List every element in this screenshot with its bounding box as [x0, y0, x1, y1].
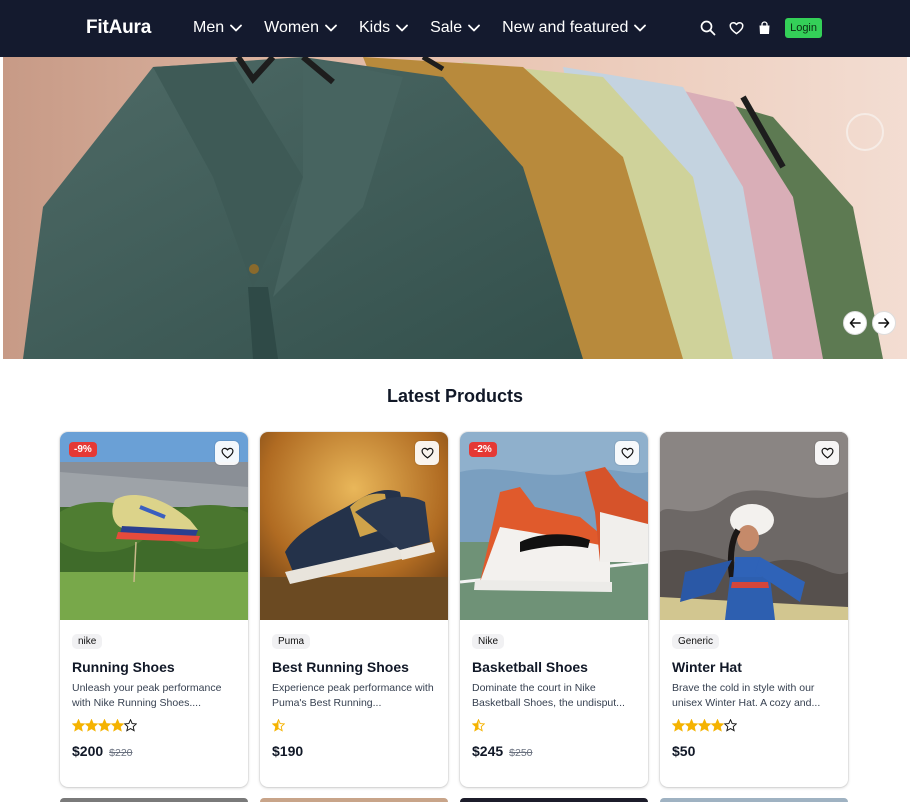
star-filled-icon — [672, 719, 685, 732]
login-button[interactable]: Login — [785, 18, 822, 38]
star-filled-icon — [85, 719, 98, 732]
hero-prev-button[interactable] — [843, 311, 867, 335]
menu-item-kids[interactable]: Kids — [359, 19, 408, 37]
hero-next-button[interactable] — [872, 311, 896, 335]
price-row: $50 — [672, 743, 695, 759]
brand-badge: Nike — [472, 634, 505, 649]
menu-item-label: Kids — [358, 19, 391, 36]
star-filled-icon — [698, 719, 711, 732]
rating-stars — [272, 719, 285, 732]
arrow-right-icon — [878, 318, 890, 328]
product-name[interactable]: Winter Hat — [672, 659, 742, 675]
heart-icon — [820, 447, 834, 459]
brand-badge: Generic — [672, 634, 720, 649]
product-card-partial — [660, 798, 848, 802]
heart-icon — [220, 447, 234, 459]
add-to-wishlist-button[interactable] — [415, 441, 439, 465]
bag-icon[interactable] — [755, 18, 773, 38]
arrow-left-icon — [849, 318, 861, 328]
chevron-down-icon — [468, 24, 481, 32]
menu-item-women[interactable]: Women — [264, 19, 337, 37]
chevron-down-icon — [634, 24, 647, 32]
product-card[interactable]: -9% nike Running Shoes Unleash your peak… — [60, 432, 248, 787]
product-description: Experience peak performance with Puma's … — [272, 682, 434, 709]
product-name[interactable]: Basketball Shoes — [472, 659, 588, 675]
menu-item-label: Women — [264, 19, 319, 36]
hero-banner — [3, 57, 907, 359]
add-to-wishlist-button[interactable] — [815, 441, 839, 465]
product-name[interactable]: Running Shoes — [72, 659, 175, 675]
product-description: Brave the cold in style with our unisex … — [672, 682, 821, 709]
discount-badge: -9% — [69, 442, 97, 457]
star-empty-icon — [124, 719, 137, 732]
add-to-wishlist-button[interactable] — [215, 441, 239, 465]
heart-icon — [620, 447, 634, 459]
original-price: $220 — [109, 747, 133, 759]
heart-icon[interactable] — [727, 18, 745, 38]
menu-item-label: Men — [193, 19, 225, 36]
rating-stars — [472, 719, 485, 732]
current-price: $50 — [672, 743, 696, 759]
chevron-down-icon — [230, 24, 243, 32]
star-filled-icon — [72, 719, 85, 732]
top-navbar: FitAura Men Women Kids Sale New and feat… — [0, 0, 910, 57]
star-filled-icon — [98, 719, 111, 732]
product-card-partial — [460, 798, 648, 802]
site-logo[interactable]: FitAura — [86, 17, 151, 39]
product-image — [260, 432, 448, 620]
current-price: $245 — [472, 743, 504, 759]
product-description: Unleash your peak performance with Nike … — [72, 682, 222, 709]
product-image — [660, 432, 848, 620]
rating-stars — [72, 719, 137, 732]
product-card[interactable]: Generic Winter Hat Brave the cold in sty… — [660, 432, 848, 787]
original-price: $250 — [509, 747, 533, 759]
product-card[interactable]: -2% Nike Basketball Shoes Dominate the c… — [460, 432, 648, 787]
brand-badge: nike — [72, 634, 103, 649]
star-empty-icon — [724, 719, 737, 732]
product-image: -2% — [460, 432, 648, 620]
hero-image — [3, 57, 907, 359]
product-card[interactable]: Puma Best Running Shoes Experience peak … — [260, 432, 448, 787]
menu-item-men[interactable]: Men — [193, 19, 243, 37]
discount-badge: -2% — [469, 442, 497, 457]
current-price: $190 — [272, 743, 304, 759]
menu-item-label: Sale — [430, 19, 463, 36]
star-filled-icon — [685, 719, 698, 732]
brand-badge: Puma — [272, 634, 311, 649]
star-filled-icon — [111, 719, 124, 732]
main-menu: Men Women Kids Sale New and featured — [193, 19, 668, 37]
star-half-icon — [472, 719, 485, 732]
price-row: $190 — [272, 743, 303, 759]
search-icon[interactable] — [699, 18, 717, 38]
section-title: Latest Products — [386, 386, 524, 406]
price-row: $200 $220 — [72, 743, 133, 759]
current-price: $200 — [72, 743, 104, 759]
add-to-wishlist-button[interactable] — [615, 441, 639, 465]
product-card-partial — [60, 798, 248, 802]
menu-item-sale[interactable]: Sale — [430, 19, 481, 37]
product-name[interactable]: Best Running Shoes — [272, 659, 409, 675]
menu-item-label: New and featured — [502, 19, 629, 36]
menu-item-new-and-featured[interactable]: New and featured — [502, 19, 647, 37]
product-card-partial — [260, 798, 448, 802]
price-row: $245 $250 — [472, 743, 533, 759]
chevron-down-icon — [325, 24, 337, 32]
star-filled-icon — [711, 719, 724, 732]
product-description: Dominate the court in Nike Basketball Sh… — [472, 682, 625, 709]
heart-icon — [420, 447, 434, 459]
rating-stars — [672, 719, 737, 732]
header-actions: Login — [699, 18, 822, 38]
chevron-down-icon — [396, 24, 408, 32]
product-image: -9% — [60, 432, 248, 620]
star-half-icon — [272, 719, 285, 732]
